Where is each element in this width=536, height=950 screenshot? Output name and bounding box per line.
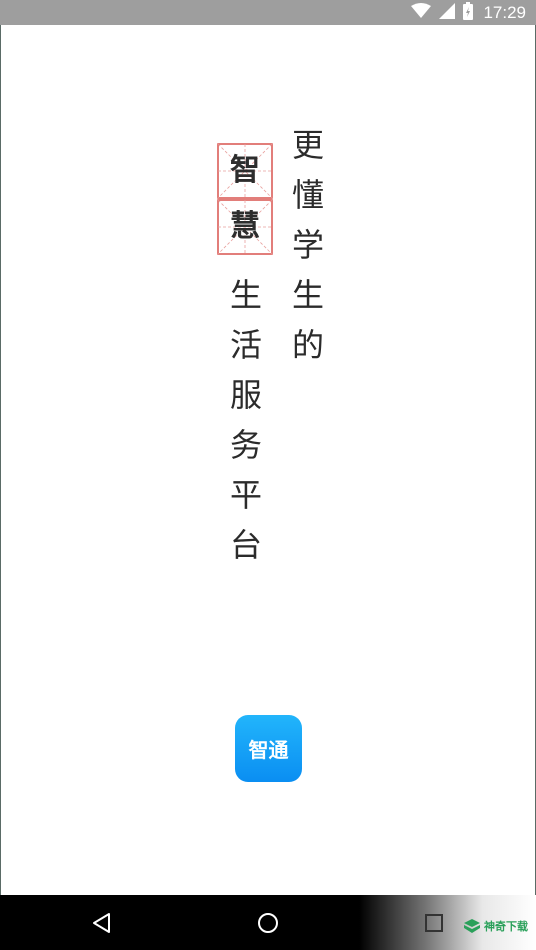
recents-icon bbox=[425, 913, 443, 932]
tagline-char: 更 bbox=[291, 126, 324, 164]
tagline-char: 学 bbox=[291, 226, 324, 264]
splash-screen: 更 懂 学 生 的 智 慧 生 活 服 务 平 台 智通 bbox=[0, 25, 536, 895]
tagline-right-column: 更 懂 学 生 的 bbox=[288, 120, 328, 370]
home-button[interactable] bbox=[238, 895, 298, 950]
tagline-char: 平 bbox=[229, 476, 262, 514]
watermark-logo-icon bbox=[464, 919, 480, 933]
tagline-char: 懂 bbox=[291, 176, 324, 214]
home-icon bbox=[258, 912, 278, 933]
recents-button[interactable] bbox=[404, 895, 464, 950]
status-bar: 17:29 bbox=[0, 0, 536, 25]
highlight-char: 慧 bbox=[230, 209, 260, 244]
battery-icon bbox=[463, 1, 474, 24]
screen-edge-left bbox=[0, 25, 1, 895]
tagline-char: 务 bbox=[229, 426, 262, 464]
highlight-char: 智 bbox=[230, 153, 260, 188]
tagline-char: 台 bbox=[229, 526, 262, 564]
watermark: 神奇下载 bbox=[464, 918, 528, 934]
cell-signal-icon bbox=[439, 2, 456, 23]
tagline-char: 服 bbox=[229, 376, 262, 414]
watermark-text: 神奇下载 bbox=[484, 920, 528, 933]
app-logo: 智通 bbox=[235, 715, 302, 782]
tagline-left-column: 生 活 服 务 平 台 bbox=[226, 270, 266, 570]
app-logo-text: 智通 bbox=[248, 738, 289, 762]
tagline-char: 生 bbox=[229, 276, 262, 314]
tagline-char: 生 bbox=[291, 276, 324, 314]
navigation-bar bbox=[0, 895, 536, 950]
back-icon bbox=[93, 912, 110, 933]
back-button[interactable] bbox=[71, 895, 131, 950]
tagline-char: 活 bbox=[229, 326, 262, 364]
status-time: 17:29 bbox=[483, 2, 526, 22]
wifi-icon bbox=[411, 2, 432, 23]
status-icons: 17:29 bbox=[411, 0, 526, 25]
tagline-char: 的 bbox=[291, 326, 324, 364]
highlight-grid-box: 智 慧 bbox=[217, 143, 273, 255]
